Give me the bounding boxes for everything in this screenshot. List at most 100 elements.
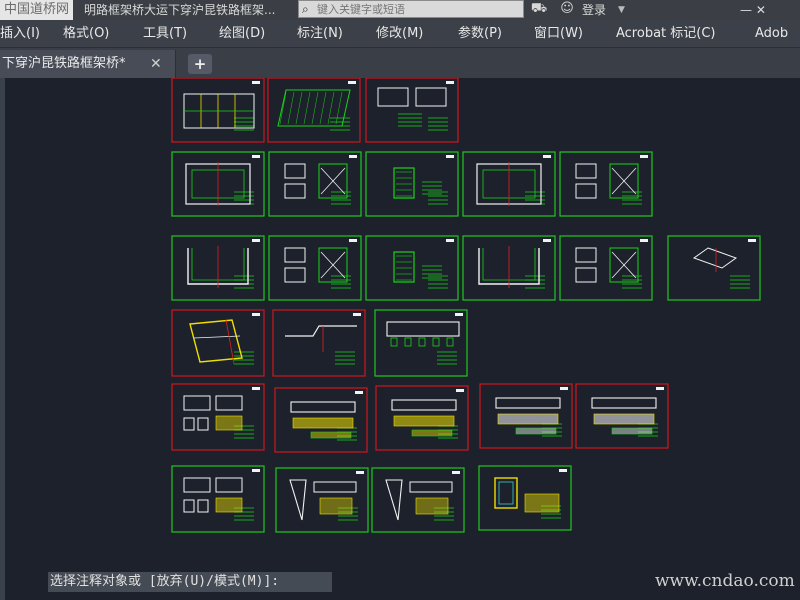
title-stamp bbox=[452, 471, 460, 474]
drawing-sheet[interactable] bbox=[559, 151, 653, 217]
menu-tools[interactable]: 工具(T) bbox=[143, 20, 187, 48]
hatch-line bbox=[279, 91, 287, 125]
hatch-line bbox=[335, 91, 343, 125]
rebar-cross bbox=[611, 167, 637, 195]
drawing-sheet[interactable] bbox=[268, 235, 362, 301]
pier bbox=[432, 337, 440, 347]
profile-line bbox=[285, 325, 357, 337]
drawing-sheet[interactable] bbox=[365, 235, 459, 301]
drawing-sheet[interactable] bbox=[268, 151, 362, 217]
detail-box bbox=[575, 247, 597, 263]
quantity-table bbox=[215, 497, 243, 513]
menu-insert[interactable]: 插入(I) bbox=[0, 20, 40, 48]
title-stamp bbox=[353, 313, 361, 316]
hatch-line bbox=[319, 91, 327, 125]
chevron-down-icon[interactable]: ▼ bbox=[618, 0, 625, 20]
drawing-sheet[interactable] bbox=[171, 309, 265, 377]
drawing-sheet[interactable] bbox=[374, 309, 468, 377]
drawing-sheet[interactable] bbox=[667, 235, 761, 301]
title-stamp bbox=[446, 155, 454, 158]
tab-label[interactable]: 下穿沪昆铁路框架桥* bbox=[2, 50, 126, 78]
title-bar: 中国道桥网 明路框架桥大运下穿沪昆铁路框架... ⌕ ⛟ ☺ 登录 ▼ — ✕ bbox=[0, 0, 800, 20]
detail-box bbox=[575, 183, 597, 199]
close-icon[interactable]: ✕ bbox=[150, 50, 162, 78]
detail-box bbox=[377, 87, 409, 107]
drawing-sheet[interactable] bbox=[371, 467, 465, 533]
elevation-outline bbox=[290, 401, 356, 413]
title-stamp bbox=[348, 81, 356, 84]
drawing-sheet[interactable] bbox=[559, 235, 653, 301]
drawing-sheet[interactable] bbox=[272, 309, 366, 377]
search-icon[interactable]: ⌕ bbox=[302, 2, 316, 16]
file-title: 明路框架桥大运下穿沪昆铁路框架... bbox=[84, 3, 276, 17]
hatch-line bbox=[327, 91, 335, 125]
menu-dimension[interactable]: 标注(N) bbox=[297, 20, 343, 48]
cart-icon[interactable]: ⛟ bbox=[530, 1, 548, 19]
title-stamp bbox=[559, 469, 567, 472]
detail-box bbox=[415, 87, 447, 107]
drawing-sheet[interactable] bbox=[575, 383, 669, 449]
detail-box bbox=[183, 499, 195, 513]
menu-bar: 插入(I) 格式(O) 工具(T) 绘图(D) 标注(N) 修改(M) 参数(P… bbox=[0, 20, 800, 48]
quantity-table bbox=[497, 413, 559, 425]
drawing-sheet[interactable] bbox=[462, 151, 556, 217]
drawing-sheet[interactable] bbox=[275, 467, 369, 533]
title-stamp bbox=[455, 313, 463, 316]
title-stamp bbox=[446, 239, 454, 242]
quantity-table bbox=[393, 415, 455, 427]
window-controls[interactable]: — ✕ bbox=[740, 0, 800, 20]
drawing-sheet[interactable] bbox=[171, 235, 265, 301]
quantity-table bbox=[515, 427, 557, 435]
user-icon[interactable]: ☺ bbox=[558, 1, 576, 19]
pier bbox=[390, 337, 398, 347]
site-logo: 中国道桥网 bbox=[0, 0, 74, 20]
tab-drawing[interactable]: 下穿沪昆铁路框架桥* ✕ bbox=[0, 50, 176, 78]
menu-window[interactable]: 窗口(W) bbox=[534, 20, 583, 48]
menu-acrobat-markup[interactable]: Acrobat 标记(C) bbox=[616, 20, 716, 48]
drawing-sheet[interactable] bbox=[375, 385, 469, 451]
command-line[interactable]: 选择注释对象或 [放弃(U)/模式(M)]: bbox=[48, 572, 332, 592]
rebar-cross bbox=[611, 251, 637, 279]
wing-wall-shape bbox=[385, 479, 403, 521]
detail-box bbox=[183, 395, 211, 411]
plan-outline bbox=[494, 477, 518, 509]
drawing-sheet[interactable] bbox=[478, 465, 572, 531]
login-button[interactable]: 登录 bbox=[582, 0, 606, 20]
detail-box bbox=[197, 499, 209, 513]
drawing-sheet[interactable] bbox=[171, 465, 265, 533]
title-stamp bbox=[349, 155, 357, 158]
drawing-canvas[interactable] bbox=[0, 78, 800, 600]
menu-draw[interactable]: 绘图(D) bbox=[219, 20, 265, 48]
drawing-sheet[interactable] bbox=[479, 383, 573, 449]
detail-box bbox=[393, 167, 415, 199]
search-box[interactable]: ⌕ bbox=[298, 0, 524, 18]
title-stamp bbox=[252, 155, 260, 158]
title-stamp bbox=[543, 155, 551, 158]
hatch-line bbox=[311, 91, 319, 125]
sheet-layout[interactable] bbox=[0, 78, 800, 600]
drawing-sheet[interactable] bbox=[171, 78, 265, 143]
menu-parameter[interactable]: 参数(P) bbox=[458, 20, 502, 48]
center-line bbox=[225, 319, 235, 365]
detail-box bbox=[215, 477, 243, 493]
detail-box bbox=[197, 417, 209, 431]
menu-adobe[interactable]: Adob bbox=[755, 20, 788, 48]
menu-format[interactable]: 格式(O) bbox=[63, 20, 109, 48]
drawing-sheet[interactable] bbox=[365, 78, 459, 143]
drawing-sheet[interactable] bbox=[365, 151, 459, 217]
drawing-sheet[interactable] bbox=[462, 235, 556, 301]
drawing-sheet[interactable] bbox=[274, 387, 368, 453]
new-tab-button[interactable]: + bbox=[188, 54, 212, 74]
elevation-outline bbox=[591, 397, 657, 409]
drawing-sheet[interactable] bbox=[267, 78, 361, 143]
quantity-table bbox=[411, 429, 453, 437]
quantity-table bbox=[292, 417, 354, 429]
detail-box bbox=[215, 395, 243, 411]
search-input[interactable] bbox=[317, 1, 517, 17]
menu-modify[interactable]: 修改(M) bbox=[376, 20, 423, 48]
quantity-table bbox=[415, 497, 449, 515]
drawing-sheet[interactable] bbox=[171, 383, 265, 451]
drawing-sheet[interactable] bbox=[171, 151, 265, 217]
wing-wall-shape bbox=[289, 479, 307, 521]
title-stamp bbox=[656, 387, 664, 390]
